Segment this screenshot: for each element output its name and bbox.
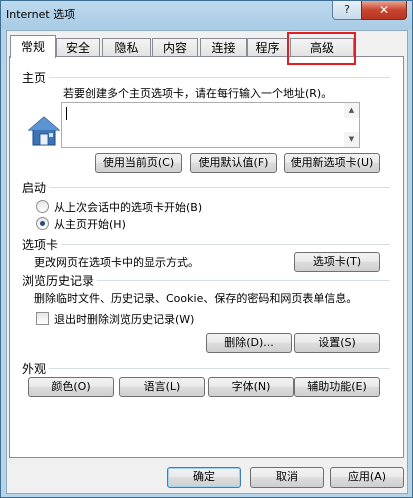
home-page-icon [27,116,61,146]
home-group-label: 主页 [22,69,50,86]
scroll-down-arrow-icon[interactable]: ▼ [344,132,359,147]
radio-last-session-label[interactable]: 从上次会话中的选项卡开始(B) [54,199,202,215]
radio-home-page-label[interactable]: 从主页开始(H) [54,216,126,232]
colors-button[interactable]: 颜色(O) [28,377,114,397]
help-button[interactable]: ? [332,1,362,20]
tab-content[interactable]: 内容 [152,38,198,57]
apply-button[interactable]: 应用(A) [330,467,404,488]
home-instruction-text: 若要创建多个主页选项卡，请在每行输入一个地址(R)。 [63,87,333,100]
tab-strip: 常规 安全 隐私 内容 连接 程序 高级 [7,32,407,65]
dialog-body: 常规 安全 隐私 内容 连接 程序 高级 主页 若要创建多个主页选项卡，请在每行… [6,30,408,494]
text-caret [66,107,67,120]
ok-button[interactable]: 确定 [167,467,241,488]
appearance-group-label: 外观 [22,360,50,377]
home-group-line [22,77,390,78]
scroll-up-arrow-icon[interactable]: ▲ [344,103,359,118]
accessibility-button[interactable]: 辅助功能(E) [294,377,380,397]
window-title: Internet 选项 [6,8,76,21]
tabs-group-label: 选项卡 [22,236,62,253]
tabs-description-text: 更改网页在选项卡中的显示方式。 [34,256,199,269]
tab-general[interactable]: 常规 [10,35,56,58]
internet-options-window: Internet 选项 ? ✕ 常规 安全 隐私 内容 连接 程序 高级 主页 … [0,0,413,498]
tab-security[interactable]: 安全 [56,38,100,57]
radio-last-session[interactable] [36,200,49,213]
startup-group-label: 启动 [22,179,50,196]
highlight-annotation-box [287,32,356,65]
tab-privacy[interactable]: 隐私 [102,38,151,57]
use-new-tab-button[interactable]: 使用新选项卡(U) [284,153,380,173]
appearance-group-line [22,368,390,369]
tabs-settings-button[interactable]: 选项卡(T) [294,252,380,272]
general-tab-page: 主页 若要创建多个主页选项卡，请在每行输入一个地址(R)。 ▲ ▼ 使用当前页(… [9,56,404,458]
startup-group-line [22,187,390,188]
history-settings-button[interactable]: 设置(S) [294,333,380,353]
use-current-button[interactable]: 使用当前页(C) [95,153,182,173]
languages-button[interactable]: 语言(L) [119,377,205,397]
use-default-button[interactable]: 使用默认值(F) [190,153,277,173]
tab-connections[interactable]: 连接 [200,38,247,57]
home-url-textarea[interactable]: ▲ ▼ [61,102,360,148]
radio-home-page[interactable] [36,217,49,230]
history-group-label: 浏览历史记录 [22,272,98,289]
history-description-text: 删除临时文件、历史记录、Cookie、保存的密码和网页表单信息。 [34,292,358,305]
tab-programs[interactable]: 程序 [247,38,288,57]
delete-history-button[interactable]: 删除(D)... [206,333,292,353]
fonts-button[interactable]: 字体(N) [208,377,294,397]
delete-on-exit-checkbox[interactable] [36,312,49,325]
tabs-group-line [22,244,390,245]
title-bar[interactable]: Internet 选项 ? ✕ [1,1,412,29]
cancel-button[interactable]: 取消 [250,467,324,488]
delete-on-exit-label[interactable]: 退出时删除浏览历史记录(W) [54,311,194,327]
close-button[interactable]: ✕ [361,1,407,20]
